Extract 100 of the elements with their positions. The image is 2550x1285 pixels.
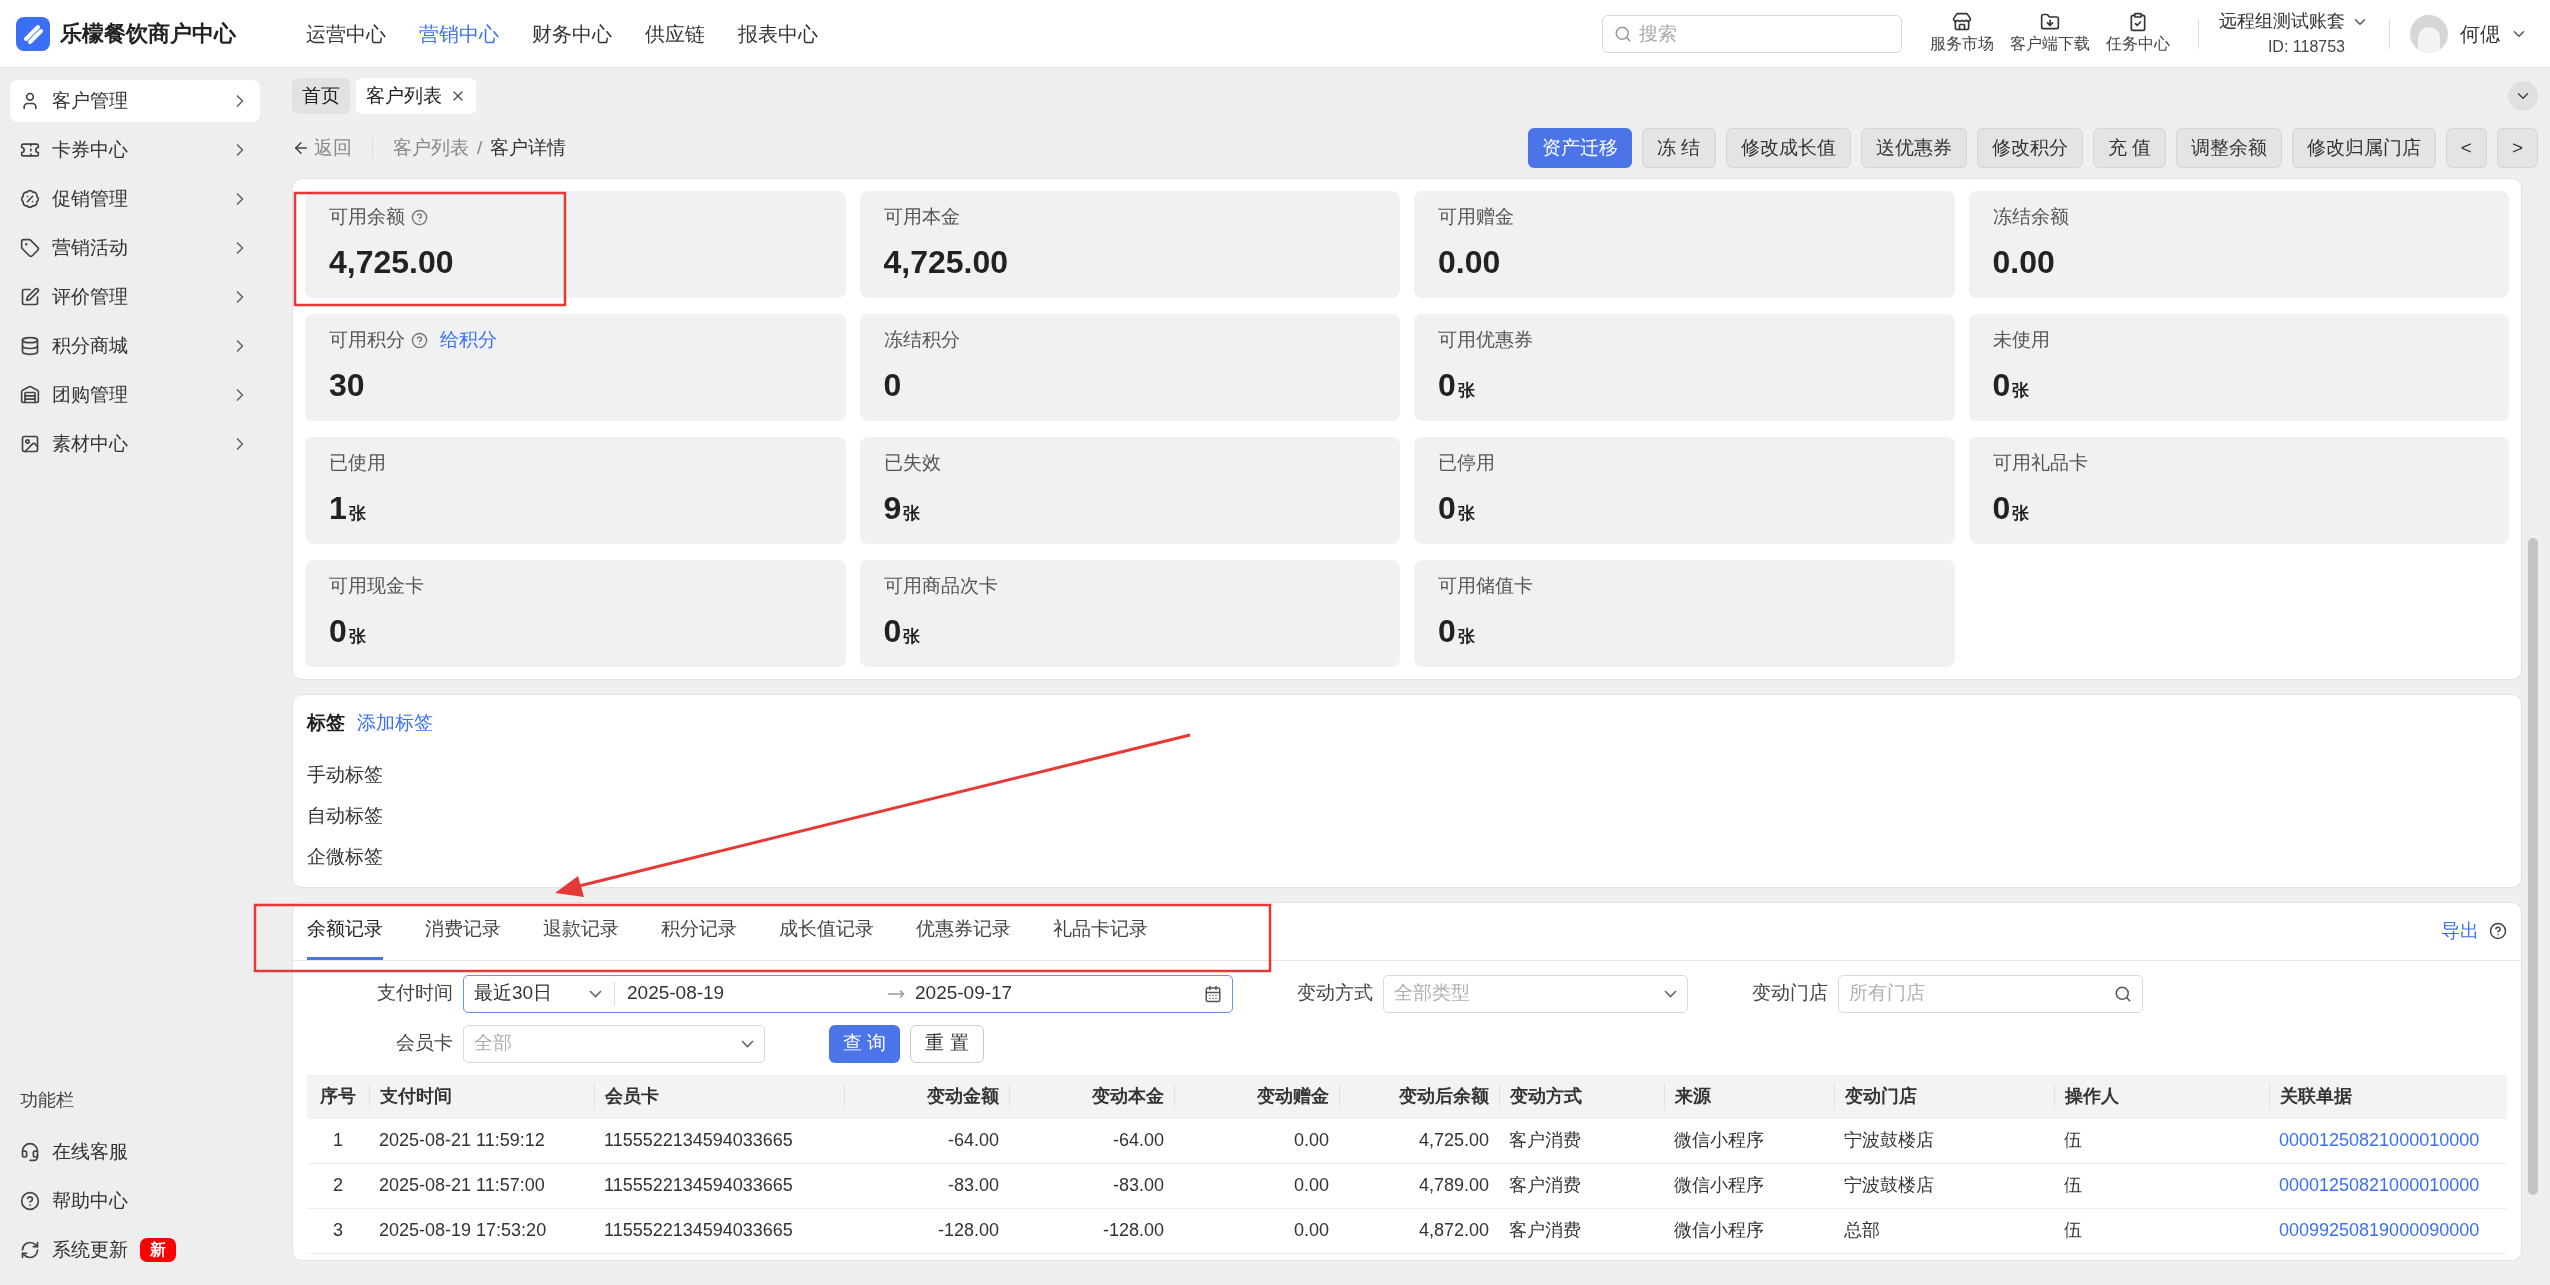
date-range-field[interactable]: 最近30日 2025-08-19 2025-09-17 xyxy=(463,974,1233,1013)
export-link[interactable]: 导出 xyxy=(2441,916,2479,946)
filter-label: 会员卡 xyxy=(395,1031,453,1056)
stat-card: 可用赠金 0.00 xyxy=(1414,191,1955,298)
action-button[interactable]: 资产迁移 xyxy=(1528,128,1633,168)
table-cell-text: -128.00 xyxy=(1101,1219,1165,1242)
tag-group-label: 企微标签 xyxy=(307,844,384,869)
stat-card: 可用余额 4,725.00 xyxy=(305,191,846,298)
stat-card: 冻结余额 0.00 xyxy=(1968,191,2509,298)
sidebar-item[interactable]: 营销活动 xyxy=(10,227,260,269)
record-tab[interactable]: 消费记录 xyxy=(425,902,501,960)
order-link[interactable]: 00001250821000010000 xyxy=(2269,1127,2501,1154)
sidebar-item[interactable]: 评价管理 xyxy=(10,276,260,318)
action-button[interactable]: 充 值 xyxy=(2092,128,2166,168)
sidebar-item[interactable]: 客户管理 xyxy=(10,80,260,122)
column-header: 来源 xyxy=(1664,1083,1834,1110)
action-button[interactable]: 修改成长值 xyxy=(1725,128,1851,168)
top-nav-link[interactable]: 营销中心 xyxy=(419,18,499,49)
sidebar-item[interactable]: 素材中心 xyxy=(10,423,260,465)
sidebar-item[interactable]: 团购管理 xyxy=(10,374,260,416)
reset-button[interactable]: 重 置 xyxy=(910,1024,984,1063)
table-cell-text: 4,789.00 xyxy=(1417,1174,1490,1197)
chevron-down-icon xyxy=(741,1039,754,1048)
action-button[interactable]: < xyxy=(2445,128,2487,168)
top-nav-link[interactable]: 报表中心 xyxy=(738,18,818,49)
table-cell-text: 客户消费 xyxy=(1508,1129,1582,1152)
shop-icon xyxy=(20,385,40,405)
stat-card: 可用商品次卡 0张 xyxy=(859,560,1400,667)
action-button[interactable]: > xyxy=(2496,128,2538,168)
edit-icon xyxy=(20,287,40,307)
sidebar-item[interactable]: 帮助中心 xyxy=(10,1179,260,1223)
filter-label: 变动门店 xyxy=(1751,981,1828,1006)
table-cell-text: 2025-08-19 17:53:20 xyxy=(378,1219,548,1242)
record-tab[interactable]: 成长值记录 xyxy=(779,902,874,960)
collapse-button[interactable] xyxy=(2508,81,2538,111)
add-tag-link[interactable]: 添加标签 xyxy=(357,709,433,738)
top-nav-link[interactable]: 财务中心 xyxy=(532,18,612,49)
section-title: 标签 xyxy=(307,711,345,735)
user-name[interactable]: 何偲 xyxy=(2460,18,2500,49)
table-cell-text: 1 xyxy=(332,1129,344,1152)
record-tab[interactable]: 礼品卡记录 xyxy=(1053,902,1148,960)
calendar-icon xyxy=(1204,984,1222,1003)
stat-card: 可用礼品卡 0张 xyxy=(1968,437,2509,544)
search-field[interactable]: 搜索 xyxy=(1602,14,1902,53)
record-tab[interactable]: 积分记录 xyxy=(661,902,737,960)
order-link[interactable]: 00001250821000010000 xyxy=(2269,1172,2501,1199)
chevron-down-icon xyxy=(1664,989,1677,998)
header-tool-button[interactable]: 服务市场 xyxy=(1922,11,2002,56)
header-tool-button[interactable]: 任务中心 xyxy=(2098,11,2178,56)
action-button[interactable]: 冻 结 xyxy=(1642,128,1716,168)
stat-card: 可用优惠券 0张 xyxy=(1414,314,1955,421)
image-icon xyxy=(20,434,40,454)
table-cell-text: 2 xyxy=(332,1174,344,1197)
table-cell-text: -128.00 xyxy=(936,1219,1000,1242)
action-button[interactable]: 送优惠券 xyxy=(1860,128,1967,168)
column-header: 变动金额 xyxy=(844,1083,1009,1110)
record-tab[interactable]: 退款记录 xyxy=(543,902,619,960)
order-link[interactable]: 00099250819000090000 xyxy=(2269,1217,2501,1244)
account-name[interactable]: 远程组测试账套 xyxy=(2219,8,2345,35)
query-button[interactable]: 查 询 xyxy=(829,1024,901,1063)
top-nav-link[interactable]: 供应链 xyxy=(645,18,705,49)
sidebar-item[interactable]: 在线客服 xyxy=(10,1130,260,1174)
give-points-link[interactable]: 给积分 xyxy=(440,326,497,355)
stat-card: 冻结积分 0 xyxy=(859,314,1400,421)
table-cell-text: 伍 xyxy=(2063,1174,2083,1197)
table-cell-text: 客户消费 xyxy=(1508,1219,1582,1242)
record-tab[interactable]: 优惠券记录 xyxy=(916,902,1011,960)
headset-icon xyxy=(20,1142,40,1162)
stat-card: 已失效 9张 xyxy=(859,437,1400,544)
column-header: 支付时间 xyxy=(369,1083,594,1110)
tag-group-label: 手动标签 xyxy=(307,762,384,787)
sidebar-item[interactable]: 促销管理 xyxy=(10,178,260,220)
sidebar-item[interactable]: 卡券中心 xyxy=(10,129,260,171)
coin-stack-icon xyxy=(20,336,40,356)
top-nav-link[interactable]: 运营中心 xyxy=(306,18,386,49)
table-cell-text: 微信小程序 xyxy=(1673,1174,1765,1197)
sidebar-item[interactable]: 积分商城 xyxy=(10,325,260,367)
stat-card: 已使用 1张 xyxy=(305,437,846,544)
app-name: 乐檬餐饮商户中心 xyxy=(60,20,236,48)
page-tab[interactable]: 客户列表 xyxy=(356,78,476,114)
sidebar-item[interactable]: 系统更新 新 xyxy=(10,1228,260,1272)
ticket-icon xyxy=(20,140,40,160)
percent-badge-icon xyxy=(20,189,40,209)
stat-card: 可用积分 给积分 30 xyxy=(305,314,846,421)
table-cell-text: -83.00 xyxy=(946,1174,1000,1197)
app-logo-icon xyxy=(16,16,50,51)
record-tab[interactable]: 余额记录 xyxy=(307,902,383,960)
action-button[interactable]: 调整余额 xyxy=(2175,128,2282,168)
table-cell-text: 2025-08-21 11:57:00 xyxy=(378,1174,546,1197)
header-tool-button[interactable]: 客户端下载 xyxy=(2002,11,2098,56)
table-cell-text: -83.00 xyxy=(1111,1174,1165,1197)
stat-card: 可用储值卡 0张 xyxy=(1414,560,1955,667)
action-button[interactable]: 修改归属门店 xyxy=(2291,128,2436,168)
table-cell-text: -64.00 xyxy=(946,1129,1000,1152)
help-icon[interactable] xyxy=(2489,922,2507,940)
page-tab[interactable]: 首页 xyxy=(292,78,350,114)
breadcrumb-item: 客户详情 xyxy=(490,135,567,160)
chevron-down-icon xyxy=(589,989,602,998)
table-cell-text: 0.00 xyxy=(1292,1219,1330,1242)
action-button[interactable]: 修改积分 xyxy=(1976,128,2083,168)
